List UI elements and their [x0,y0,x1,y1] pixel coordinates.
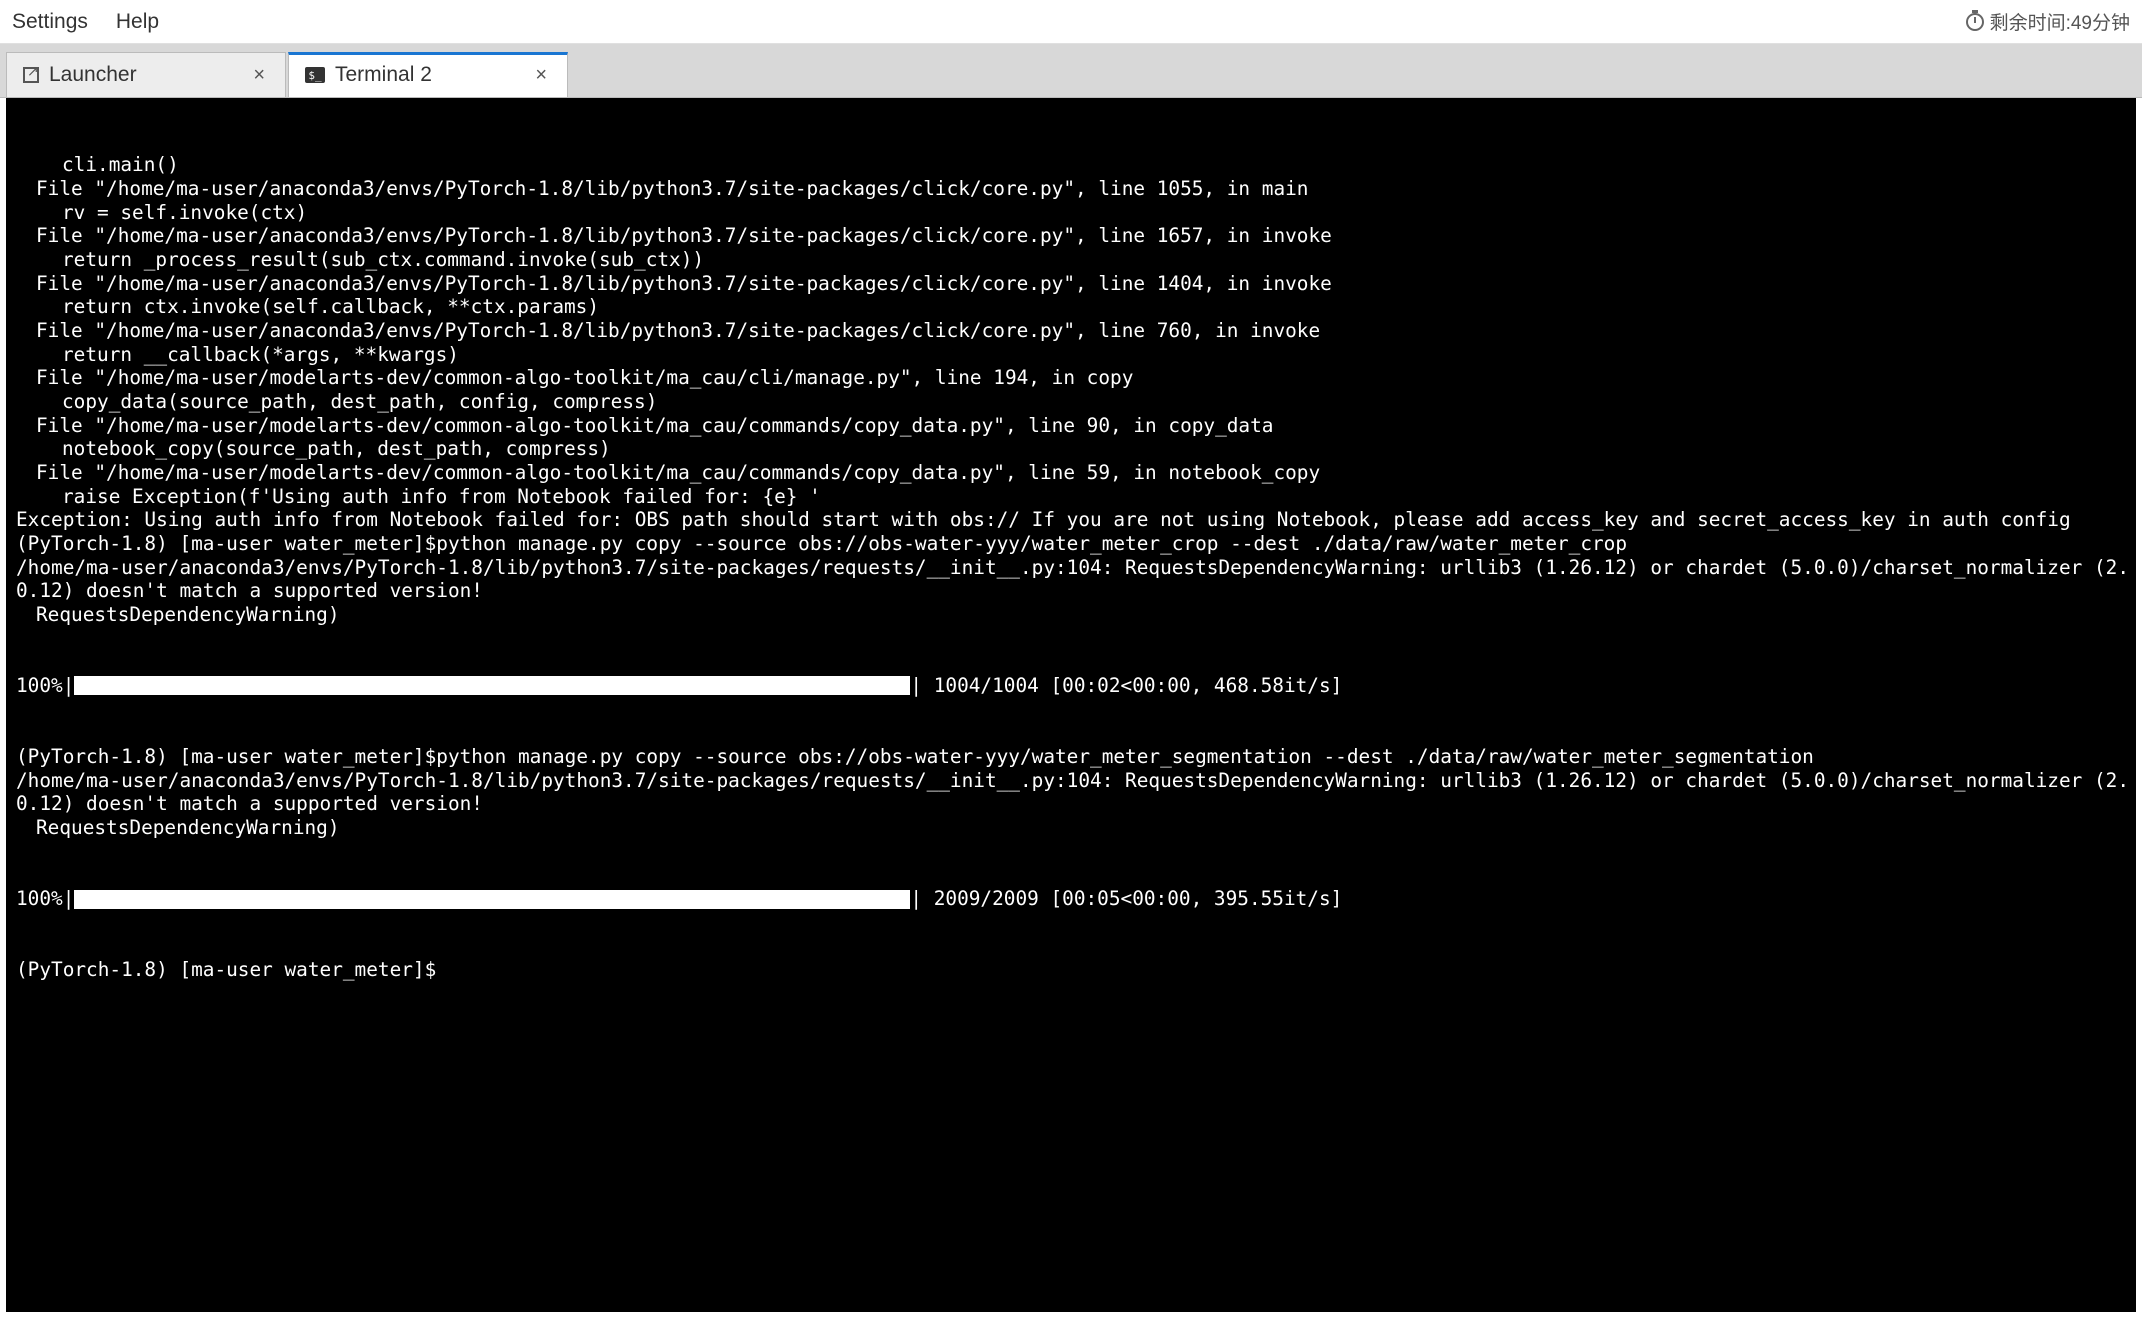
terminal-line: File "/home/ma-user/modelarts-dev/common… [16,461,2130,485]
tab-strip: Launcher × $_ Terminal 2 × [0,44,2142,98]
menu-settings[interactable]: Settings [12,10,88,34]
terminal-icon: $_ [305,67,325,83]
terminal-line: /home/ma-user/anaconda3/envs/PyTorch-1.8… [16,556,2130,603]
terminal-line: return ctx.invoke(self.callback, **ctx.p… [16,295,2130,319]
remaining-time: 剩余时间:49分钟 [1966,8,2130,35]
close-icon[interactable]: × [531,64,551,87]
terminal-line: return _process_result(sub_ctx.command.i… [16,248,2130,272]
menu-bar: Settings Help 剩余时间:49分钟 [0,0,2142,44]
close-icon[interactable]: × [249,64,269,87]
progress-bar-2: 100%|| 2009/2009 [00:05<00:00, 395.55it/… [16,887,2130,911]
terminal-line: cli.main() [16,153,2130,177]
terminal-line: RequestsDependencyWarning) [16,816,2130,840]
terminal-line: rv = self.invoke(ctx) [16,201,2130,225]
menu-help[interactable]: Help [116,10,159,34]
progress-pct: 100% [16,674,63,698]
terminal-line: File "/home/ma-user/modelarts-dev/common… [16,366,2130,390]
terminal-line: /home/ma-user/anaconda3/envs/PyTorch-1.8… [16,769,2130,816]
terminal-line: notebook_copy(source_path, dest_path, co… [16,437,2130,461]
tab-label: Terminal 2 [335,63,432,87]
terminal-line: return __callback(*args, **kwargs) [16,343,2130,367]
launcher-icon [23,67,39,83]
progress-stats: | 1004/1004 [00:02<00:00, 468.58it/s] [910,674,1342,698]
terminal-line: File "/home/ma-user/anaconda3/envs/PyTor… [16,224,2130,248]
tab-label: Launcher [49,63,137,87]
terminal-line: Exception: Using auth info from Notebook… [16,508,2130,532]
terminal-line: (PyTorch-1.8) [ma-user water_meter]$pyth… [16,532,2130,556]
terminal-line: raise Exception(f'Using auth info from N… [16,485,2130,509]
terminal-line: File "/home/ma-user/anaconda3/envs/PyTor… [16,177,2130,201]
progress-fill [74,890,910,909]
terminal-line: copy_data(source_path, dest_path, config… [16,390,2130,414]
remaining-time-text: 剩余时间:49分钟 [1990,8,2130,35]
progress-bar-1: 100%|| 1004/1004 [00:02<00:00, 468.58it/… [16,674,2130,698]
tab-terminal-2[interactable]: $_ Terminal 2 × [288,52,568,97]
terminal-output[interactable]: cli.main()File "/home/ma-user/anaconda3/… [6,98,2136,1312]
progress-pct: 100% [16,887,63,911]
progress-fill [74,676,910,695]
menu-left: Settings Help [12,10,159,34]
prompt-line[interactable]: (PyTorch-1.8) [ma-user water_meter]$ [16,958,2130,982]
progress-stats: | 2009/2009 [00:05<00:00, 395.55it/s] [910,887,1342,911]
tab-launcher[interactable]: Launcher × [6,52,286,97]
terminal-line: File "/home/ma-user/anaconda3/envs/PyTor… [16,319,2130,343]
terminal-line: (PyTorch-1.8) [ma-user water_meter]$pyth… [16,745,2130,769]
timer-icon [1966,13,1984,31]
terminal-line: File "/home/ma-user/anaconda3/envs/PyTor… [16,272,2130,296]
terminal-line: File "/home/ma-user/modelarts-dev/common… [16,414,2130,438]
terminal-line: RequestsDependencyWarning) [16,603,2130,627]
